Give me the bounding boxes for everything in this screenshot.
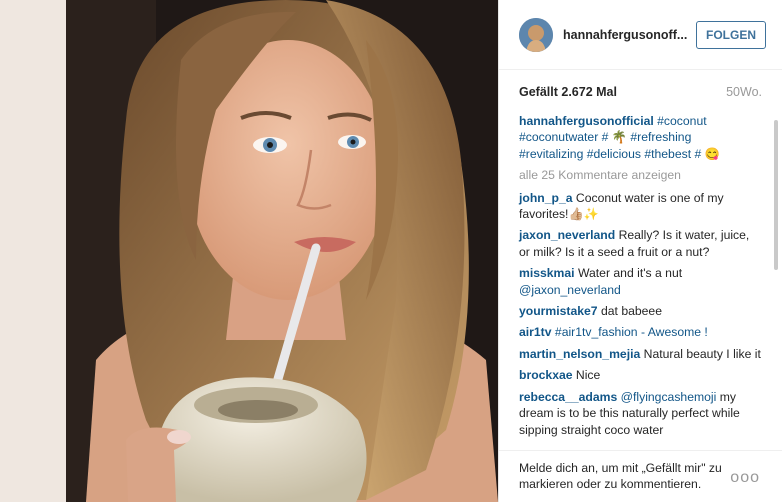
more-options-icon[interactable]: ooo — [730, 469, 760, 486]
post-caption: hannahfergusonofficial #coconut #coconut… — [519, 113, 762, 162]
comment-mention[interactable]: @flyingcashemoji — [621, 390, 717, 404]
post-username[interactable]: hannahfergusonoff... — [563, 28, 696, 42]
comment-username[interactable]: air1tv — [519, 325, 552, 339]
comment-username[interactable]: rebecca__adams — [519, 390, 617, 404]
comments-list: hannahfergusonofficial #coconut #coconut… — [499, 99, 782, 438]
comment-username[interactable]: yourmistake7 — [519, 304, 598, 318]
comment-item: brockxae Nice — [519, 367, 762, 383]
comment-item: martin_nelson_mejia Natural beauty I lik… — [519, 346, 762, 362]
post-footer: Melde dich an, um mit „Gefällt mir" zu m… — [499, 450, 782, 493]
profile-photo-icon — [519, 17, 553, 52]
comment-username[interactable]: misskmai — [519, 266, 575, 280]
comment-item: rebecca__adams @flyingcashemoji my dream… — [519, 389, 762, 438]
comment-item: yourmistake7 dat babeee — [519, 303, 762, 319]
post-photo[interactable] — [66, 0, 498, 502]
likes-count[interactable]: Gefällt 2.672 Mal — [519, 85, 617, 99]
comment-text[interactable]: #air1tv_fashion - Awesome ! — [555, 325, 708, 339]
comment-text: Nice — [575, 368, 601, 383]
comment-text: Natural beauty I like it — [643, 346, 761, 361]
comment-username[interactable]: martin_nelson_mejia — [519, 347, 640, 361]
comment-item: john_p_a Coconut water is one of my favo… — [519, 190, 762, 223]
caption-tags-3[interactable]: #revitalizing #delicious #thebest # 😋 — [519, 147, 720, 161]
comment-username[interactable]: jaxon_neverland — [519, 228, 615, 242]
comment-item: air1tv #air1tv_fashion - Awesome ! — [519, 324, 762, 340]
post-details-panel: hannahfergusonoff... FOLGEN Gefällt 2.67… — [498, 0, 782, 502]
post-header: hannahfergusonoff... FOLGEN — [499, 0, 782, 70]
caption-username[interactable]: hannahfergusonofficial — [519, 114, 654, 128]
comments-scrollbar[interactable] — [774, 120, 778, 270]
comment-text: dat babeee — [600, 304, 662, 319]
portrait-image — [66, 0, 498, 502]
post-meta: Gefällt 2.672 Mal 50Wo. — [499, 70, 782, 99]
login-prompt[interactable]: Melde dich an, um mit „Gefällt mir" zu m… — [519, 460, 734, 493]
post-age[interactable]: 50Wo. — [726, 85, 762, 99]
caption-tags-2[interactable]: #coconutwater # 🌴 #refreshing — [519, 130, 691, 144]
comment-mention[interactable]: @jaxon_neverland — [519, 283, 621, 297]
comment-text: Water and it's a nut — [577, 266, 683, 281]
comment-username[interactable]: brockxae — [519, 368, 573, 382]
page-background — [0, 0, 66, 502]
follow-button[interactable]: FOLGEN — [696, 20, 766, 49]
comment-item: jaxon_neverland Really? Is it water, jui… — [519, 227, 762, 260]
comment-username[interactable]: john_p_a — [519, 191, 573, 205]
comment-item: misskmai Water and it's a nut @jaxon_nev… — [519, 265, 762, 298]
load-more-comments[interactable]: alle 25 Kommentare anzeigen — [519, 167, 762, 183]
avatar[interactable] — [519, 17, 553, 52]
caption-tags-1[interactable]: #coconut — [657, 114, 706, 128]
